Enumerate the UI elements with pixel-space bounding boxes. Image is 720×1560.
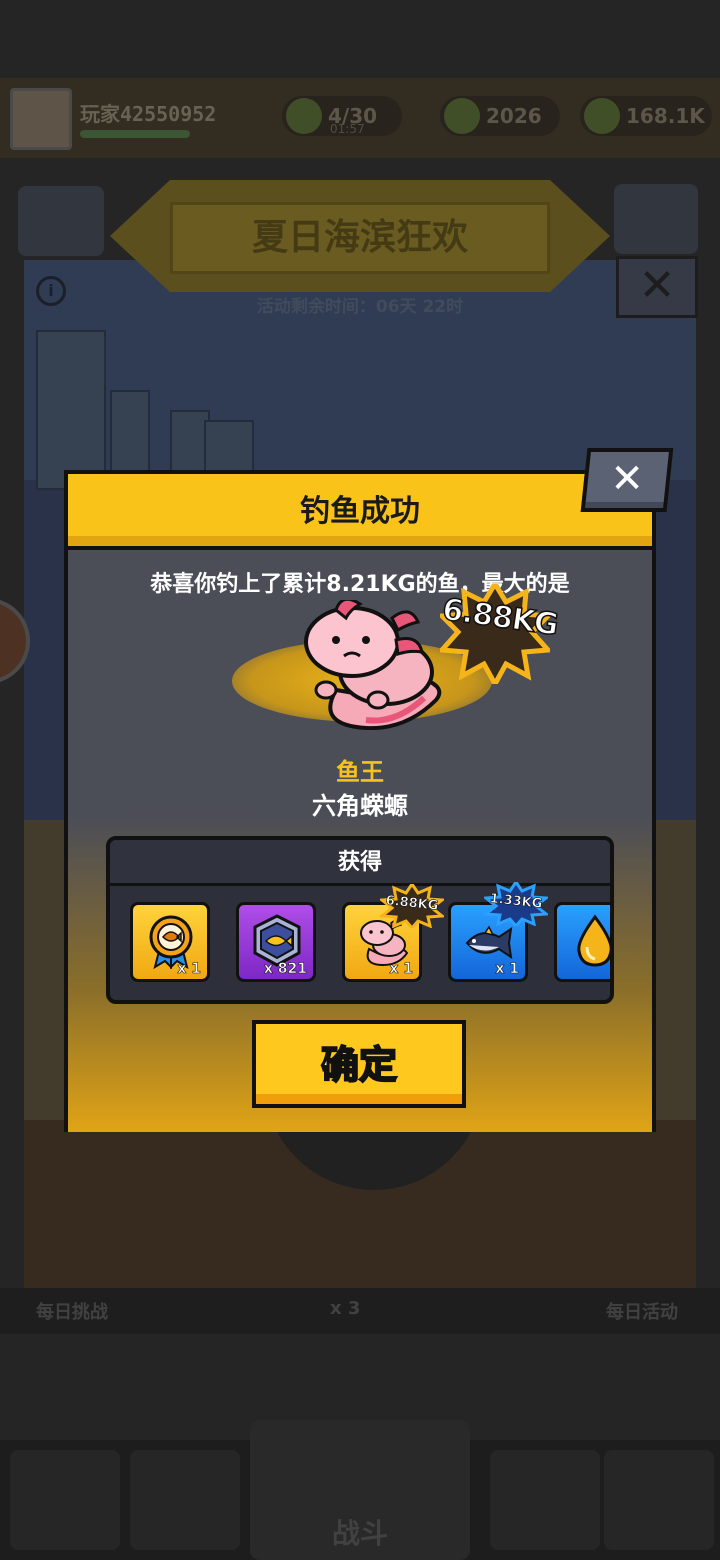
rewards-title: 获得 <box>337 850 382 875</box>
congrats-text: 恭喜你钓上了累计8.21KG的鱼，最大的是 <box>150 572 570 597</box>
reward-item-oil-drop[interactable]: x <box>554 902 610 982</box>
oil-drop-icon <box>577 914 610 967</box>
reward-qty: x 1 <box>495 961 519 978</box>
reward-item-fish-token[interactable]: x 821 <box>236 902 316 982</box>
dialog-header: 钓鱼成功 <box>68 474 652 550</box>
rewards-header: 获得 <box>110 840 610 886</box>
reward-qty: x 821 <box>263 961 308 978</box>
reward-qty: x 1 <box>389 961 413 978</box>
reward-item-medal[interactable]: x 1 <box>130 902 210 982</box>
confirm-button[interactable]: 确定 <box>252 1020 466 1108</box>
axolotl-weight-tag: 6.88KG <box>378 881 446 931</box>
tuna-weight-tag: 1.33KG <box>482 879 550 929</box>
fish-rank: 鱼王 <box>336 758 384 786</box>
fish-name: 六角蝾螈 <box>312 792 408 820</box>
confirm-label: 确定 <box>320 1042 398 1088</box>
reward-qty: x 1 <box>177 961 201 978</box>
dialog-title: 钓鱼成功 <box>300 494 420 529</box>
close-icon: ✕ <box>610 456 644 502</box>
axolotl-icon <box>304 600 442 730</box>
game-screen: 玩家42550952 4/30 01:57 2026 168.1K 夏日海滨狂欢… <box>0 0 720 1560</box>
dialog-close-button[interactable]: ✕ <box>580 448 674 512</box>
